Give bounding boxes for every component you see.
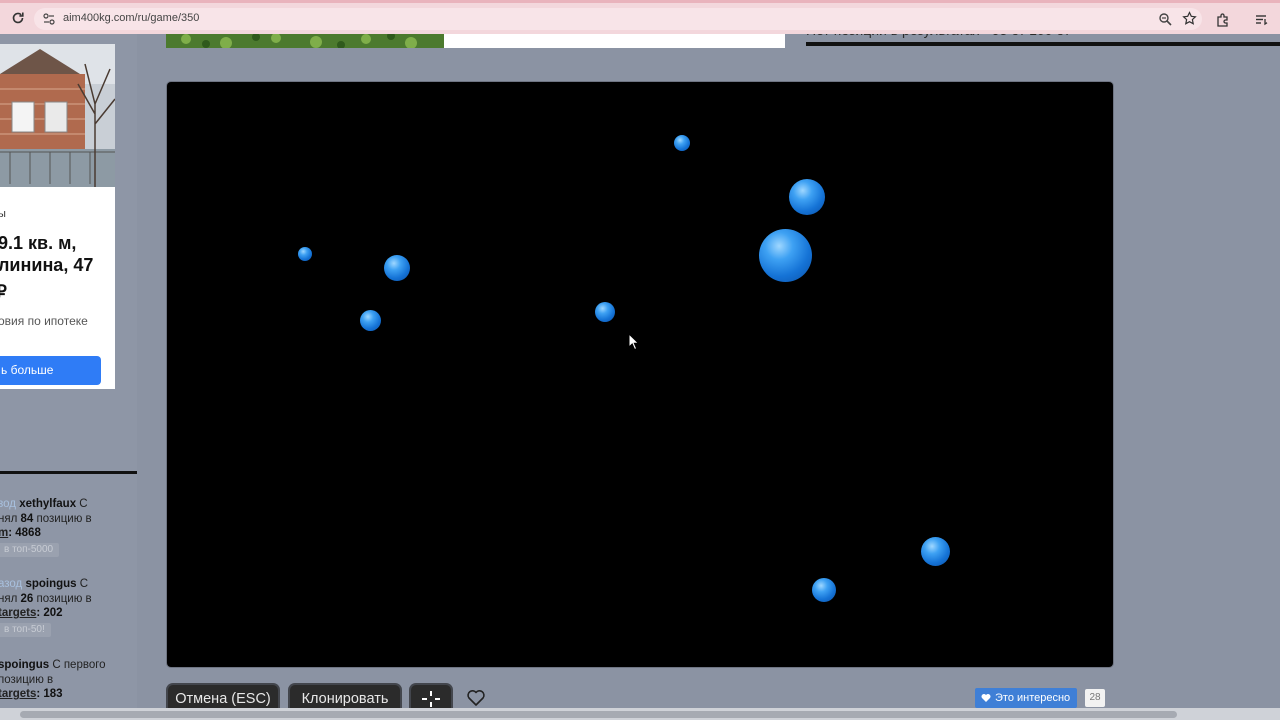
ad-more-button[interactable]: ь больше <box>0 356 101 385</box>
leaderboard-divider <box>806 42 1280 46</box>
ad-title[interactable]: 9.1 кв. м, линина, 47 <box>0 232 115 276</box>
target-sphere[interactable] <box>789 179 825 215</box>
ad-title-line2: линина, 47 <box>0 255 94 275</box>
feed-text: позицию в <box>36 512 92 525</box>
feed-user[interactable]: spoingus <box>0 659 49 671</box>
favorite-heart-icon[interactable] <box>466 689 486 707</box>
feed-value: : 183 <box>36 688 63 700</box>
site-settings-icon[interactable] <box>42 12 56 26</box>
target-sphere[interactable] <box>298 247 312 261</box>
feed-value: : 202 <box>36 607 63 619</box>
ad-house-photo[interactable] <box>0 44 115 187</box>
ad-price: ₽ <box>0 282 7 301</box>
real-estate-ad[interactable]: ы 9.1 кв. м, линина, 47 ₽ овия по ипотек… <box>0 44 115 389</box>
feed-user[interactable]: spoingus <box>25 578 76 590</box>
target-sphere[interactable] <box>812 578 836 602</box>
ad-category: ы <box>0 208 6 220</box>
feed-divider <box>0 471 137 474</box>
feed-badge: в топ-50! <box>0 622 51 637</box>
ad-note: овия по ипотеке <box>0 314 88 328</box>
mouse-cursor-icon <box>628 333 640 351</box>
top-white-panel <box>444 34 785 48</box>
feed-text: С <box>79 578 89 590</box>
feed-item[interactable]: spoingus С первого позицию в targets: 18… <box>0 658 138 702</box>
browser-toolbar: aim400kg.com/ru/game/350 <box>0 0 1280 34</box>
interesting-count: 28 <box>1085 689 1105 707</box>
reload-icon[interactable] <box>11 11 25 25</box>
target-sphere[interactable] <box>674 135 690 151</box>
feed-metric-link[interactable]: targets <box>0 607 36 619</box>
feed-metric-link[interactable]: m <box>0 527 8 539</box>
extensions-icon[interactable] <box>1215 12 1230 27</box>
feed-rank: 26 <box>20 592 34 605</box>
feed-text: нял <box>0 512 18 525</box>
scrollbar-thumb[interactable] <box>20 711 1177 718</box>
ad-title-line1: 9.1 кв. м, <box>0 233 77 253</box>
feed-item[interactable]: азод spoingus С нял 26 позицию в targets… <box>0 577 138 637</box>
feed-text: нял <box>0 592 18 605</box>
feed-user[interactable]: xethylfaux <box>19 498 76 510</box>
target-sphere[interactable] <box>759 229 812 282</box>
feed-item[interactable]: зод xethylfaux С нял 84 позицию в m: 486… <box>0 497 138 557</box>
feed-badge: в топ-5000 <box>0 542 60 557</box>
address-bar[interactable]: aim400kg.com/ru/game/350 <box>34 8 1202 30</box>
interesting-button[interactable]: Это интересно <box>975 688 1077 708</box>
feed-metric-link[interactable]: targets <box>0 688 36 700</box>
feed-text: позицию в <box>0 673 54 686</box>
target-sphere[interactable] <box>921 537 950 566</box>
url-text[interactable]: aim400kg.com/ru/game/350 <box>63 12 199 24</box>
feed-text: С первого <box>52 659 106 671</box>
reading-list-icon[interactable] <box>1254 12 1269 27</box>
feed-rank: 84 <box>20 512 34 525</box>
interesting-label: Это интересно <box>995 692 1071 704</box>
left-sidebar: ы 9.1 кв. м, линина, 47 ₽ овия по ипотек… <box>0 34 137 720</box>
bookmark-star-icon[interactable] <box>1182 11 1197 26</box>
feed-text: С <box>79 498 88 510</box>
target-sphere[interactable] <box>384 255 410 281</box>
feed-value: : 4868 <box>8 527 41 539</box>
target-sphere[interactable] <box>360 310 381 331</box>
target-sphere[interactable] <box>595 302 615 322</box>
top-image-strip <box>166 34 444 48</box>
feed-text: позицию в <box>36 592 92 605</box>
game-canvas[interactable] <box>167 82 1113 667</box>
heart-icon <box>981 694 991 702</box>
zoom-icon[interactable] <box>1158 12 1172 26</box>
feed-tag: зод <box>0 498 16 510</box>
feed-tag: азод <box>0 578 23 590</box>
